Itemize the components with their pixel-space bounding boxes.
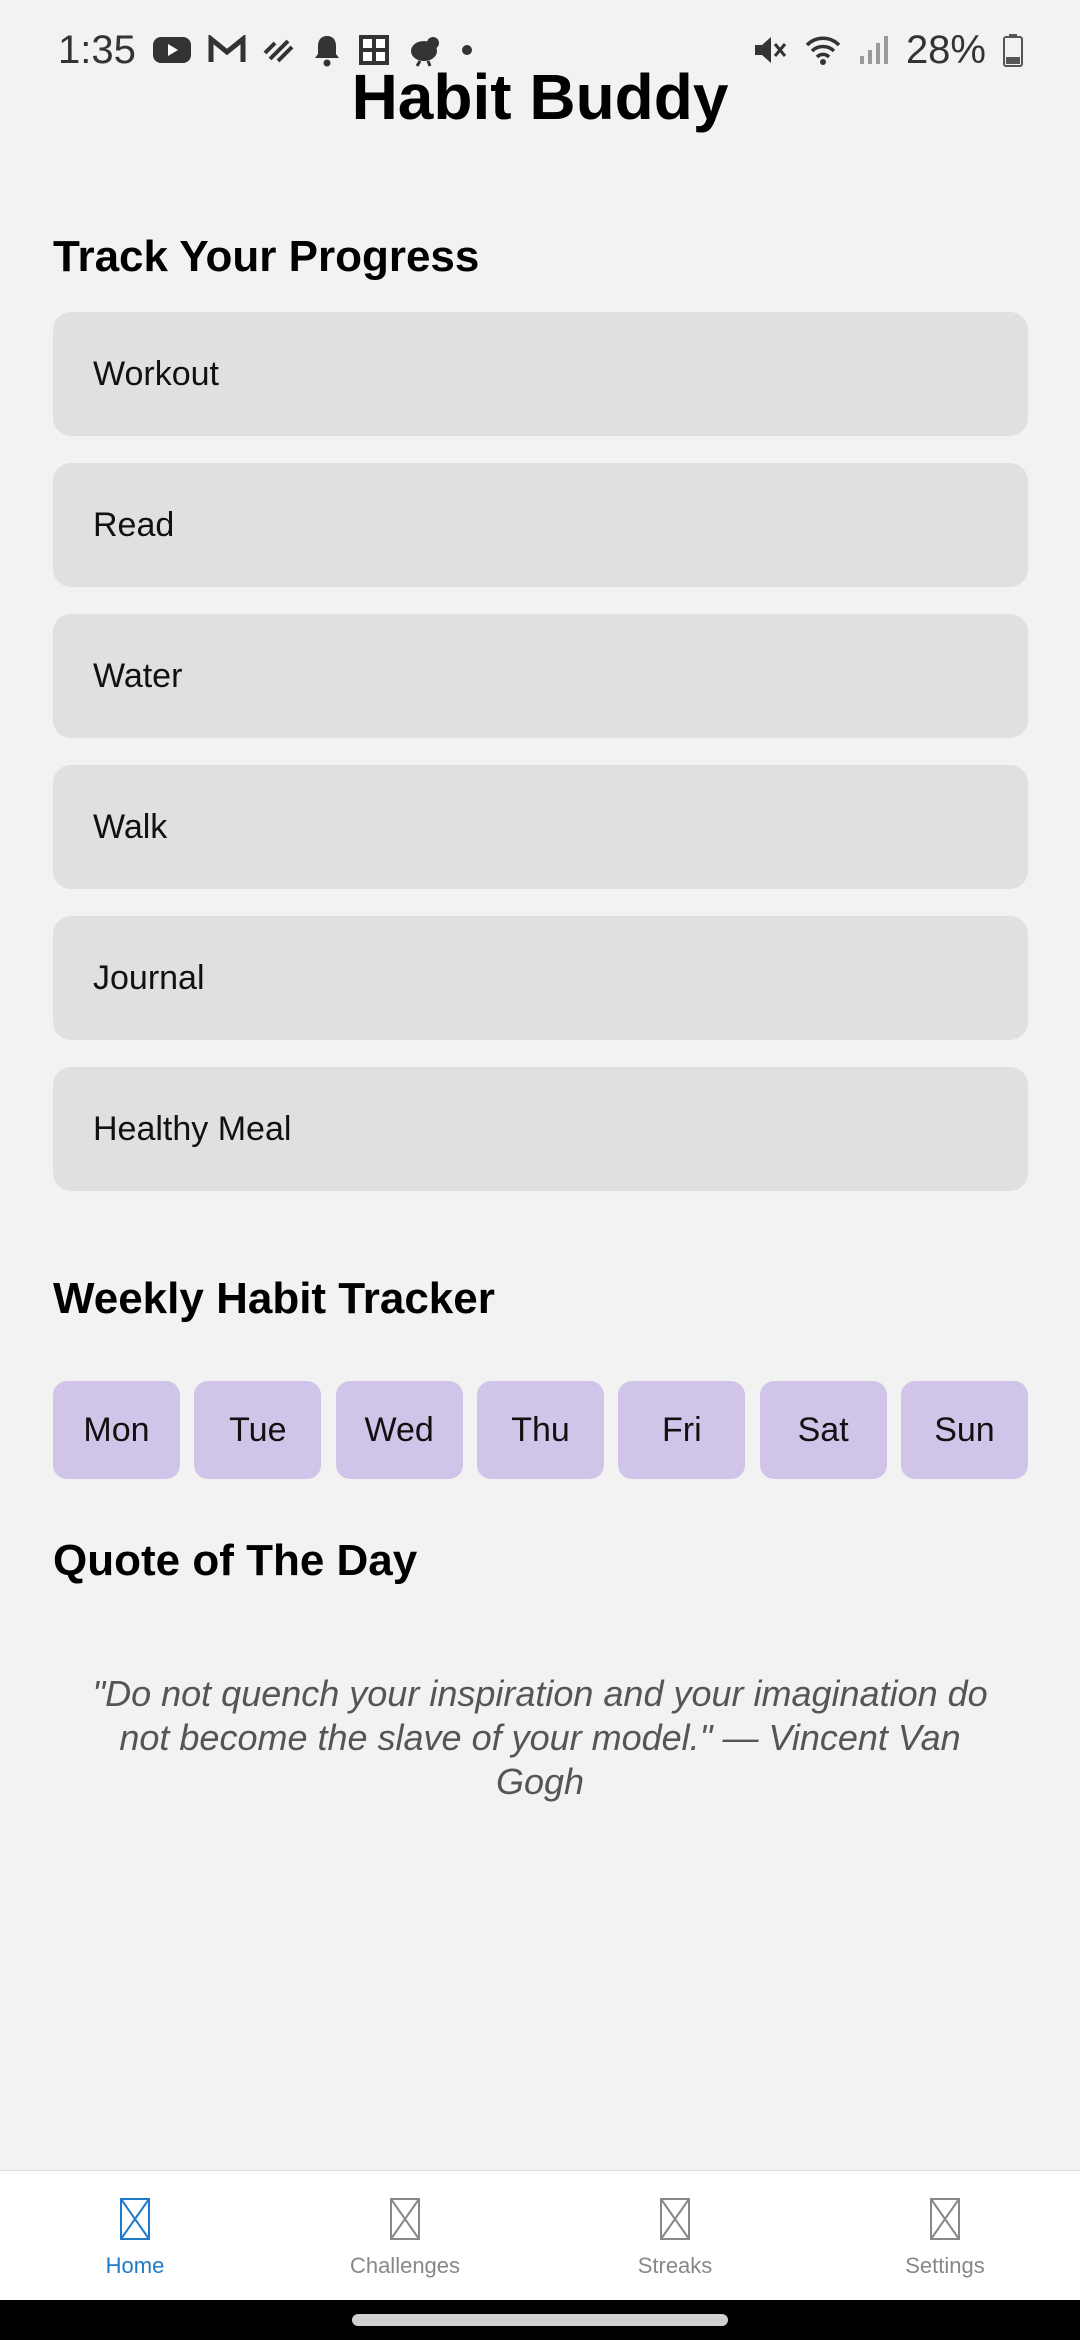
app-title: Habit Buddy: [351, 61, 729, 133]
habit-card-journal[interactable]: Journal: [53, 916, 1028, 1040]
placeholder-icon: [930, 2198, 960, 2240]
habit-label: Walk: [93, 807, 168, 846]
weekly-heading: Weekly Habit Tracker: [53, 1274, 495, 1323]
progress-heading: Track Your Progress: [53, 232, 480, 281]
day-button-sun[interactable]: Sun: [900, 1381, 1028, 1479]
nav-label-home: Home: [105, 2253, 165, 2278]
day-button-wed[interactable]: Wed: [335, 1381, 463, 1479]
day-button-sat[interactable]: Sat: [759, 1381, 887, 1479]
habit-label: Read: [93, 505, 175, 544]
quote-heading: Quote of The Day: [53, 1536, 418, 1585]
placeholder-icon: [660, 2198, 690, 2240]
nav-item-challenges[interactable]: Challenges: [270, 2171, 540, 2300]
habit-card-walk[interactable]: Walk: [53, 765, 1028, 889]
placeholder-icon: [120, 2198, 150, 2240]
screen: 1:35 28% Habit Buddy Track Your Progress…: [0, 0, 1080, 2340]
nav-label-streaks: Streaks: [637, 2253, 713, 2278]
habit-label: Water: [93, 656, 183, 695]
bottom-navigation: Home Challenges Streaks Settings: [0, 2170, 1080, 2300]
habit-card-read[interactable]: Read: [53, 463, 1028, 587]
habit-label: Journal: [93, 958, 205, 997]
day-button-thu[interactable]: Thu: [476, 1381, 604, 1479]
habit-card-water[interactable]: Water: [53, 614, 1028, 738]
system-navigation-bar: [0, 2300, 1080, 2340]
day-button-mon[interactable]: Mon: [53, 1381, 180, 1479]
dot-icon: [460, 43, 474, 57]
nav-label-challenges: Challenges: [349, 2253, 461, 2278]
weekly-days-row: Mon Tue Wed Thu Fri Sat Sun: [53, 1381, 1028, 1479]
placeholder-icon: [390, 2198, 420, 2240]
nav-item-settings[interactable]: Settings: [810, 2171, 1080, 2300]
quote-text: "Do not quench your inspiration and your…: [92, 1673, 988, 1802]
nav-item-home[interactable]: Home: [0, 2171, 270, 2300]
habit-label: Healthy Meal: [93, 1109, 292, 1148]
habit-label: Workout: [93, 354, 219, 393]
home-indicator[interactable]: [352, 2314, 728, 2326]
habit-card-workout[interactable]: Workout: [53, 312, 1028, 436]
day-button-fri[interactable]: Fri: [618, 1381, 746, 1479]
habit-card-healthy-meal[interactable]: Healthy Meal: [53, 1067, 1028, 1191]
day-button-tue[interactable]: Tue: [194, 1381, 322, 1479]
nav-item-streaks[interactable]: Streaks: [540, 2171, 810, 2300]
nav-label-settings: Settings: [905, 2253, 985, 2278]
